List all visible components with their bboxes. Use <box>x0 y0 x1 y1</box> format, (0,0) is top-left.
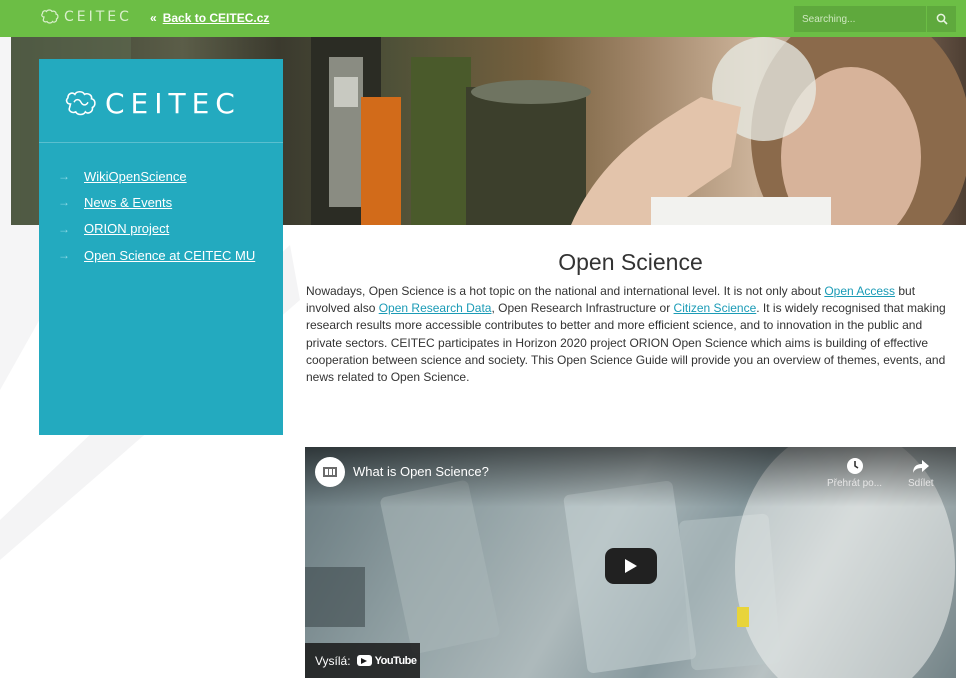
share-icon <box>912 460 929 473</box>
clock-icon <box>846 458 863 474</box>
sidebar-link-news-events[interactable]: News & Events <box>84 195 172 210</box>
search-icon <box>936 13 948 25</box>
sidebar-item-news-events: → News & Events <box>58 189 255 215</box>
video-title[interactable]: What is Open Science? <box>353 464 489 479</box>
sidebar-link-open-science-ceitec-mu[interactable]: Open Science at CEITEC MU <box>84 248 255 263</box>
ceitec-logo-icon <box>41 9 59 24</box>
arrow-right-icon: → <box>58 248 70 263</box>
watch-later-button[interactable]: Přehrát po... <box>827 457 882 489</box>
sidebar-link-wikiopenscience[interactable]: WikiOpenScience <box>84 169 187 184</box>
youtube-logo: YouTube <box>356 654 417 667</box>
channel-logo-icon <box>323 467 337 477</box>
sidebar-item-wikiopenscience: → WikiOpenScience <box>58 163 255 189</box>
channel-avatar[interactable] <box>315 457 345 487</box>
open-research-data-link[interactable]: Open Research Data <box>379 301 492 315</box>
search-input[interactable] <box>794 6 926 32</box>
watch-later-label: Přehrát po... <box>827 478 883 489</box>
page-title: Open Science <box>558 249 703 275</box>
brand-text: CEITEC <box>105 87 241 120</box>
ceitec-brand-logo[interactable]: CEITEC <box>63 87 241 120</box>
arrow-right-icon: → <box>58 221 70 236</box>
share-label: Sdílet <box>908 478 934 489</box>
arrow-right-icon: → <box>58 195 70 210</box>
intro-paragraph: Nowadays, Open Science is a hot topic on… <box>306 283 954 386</box>
ceitec-logo-icon <box>65 90 96 115</box>
share-button[interactable]: Sdílet <box>908 457 934 489</box>
ceitec-logo-small[interactable]: CEITEC <box>40 9 132 25</box>
open-access-link[interactable]: Open Access <box>824 284 895 298</box>
search-button[interactable] <box>926 6 956 32</box>
logo-text: CEITEC <box>64 9 132 25</box>
top-bar: CEITEC « Back to CEITEC.cz <box>0 0 966 37</box>
youtube-wordmark: YouTube <box>374 654 417 667</box>
back-link-wrapper: « Back to CEITEC.cz <box>150 11 269 25</box>
intro-text-1: Nowadays, Open Science is a hot topic on… <box>306 284 825 298</box>
intro-text-3: , Open Research Infrastructure or <box>491 301 674 316</box>
sidebar-item-open-science-ceitec-mu: → Open Science at CEITEC MU <box>58 242 255 268</box>
youtube-play-icon <box>356 655 372 666</box>
sidebar-item-orion-project: → ORION project <box>58 216 255 242</box>
play-button[interactable] <box>605 548 657 584</box>
back-prefix: « <box>150 11 157 25</box>
sidebar: CEITEC → WikiOpenScience → News & Events… <box>39 59 283 435</box>
arrow-right-icon: → <box>58 169 70 184</box>
youtube-badge-label: Vysílá: <box>315 653 351 668</box>
play-icon <box>625 559 637 573</box>
sidebar-divider <box>39 142 283 143</box>
citizen-science-link[interactable]: Citizen Science <box>674 301 757 315</box>
sidebar-nav: → WikiOpenScience → News & Events → ORIO… <box>58 163 255 268</box>
sidebar-link-orion-project[interactable]: ORION project <box>84 221 169 236</box>
youtube-video-embed[interactable]: What is Open Science? Přehrát po... Sdíl… <box>305 447 956 678</box>
watch-on-youtube-badge[interactable]: Vysílá: YouTube <box>305 643 420 678</box>
back-to-ceitec-link[interactable]: Back to CEITEC.cz <box>163 11 270 25</box>
